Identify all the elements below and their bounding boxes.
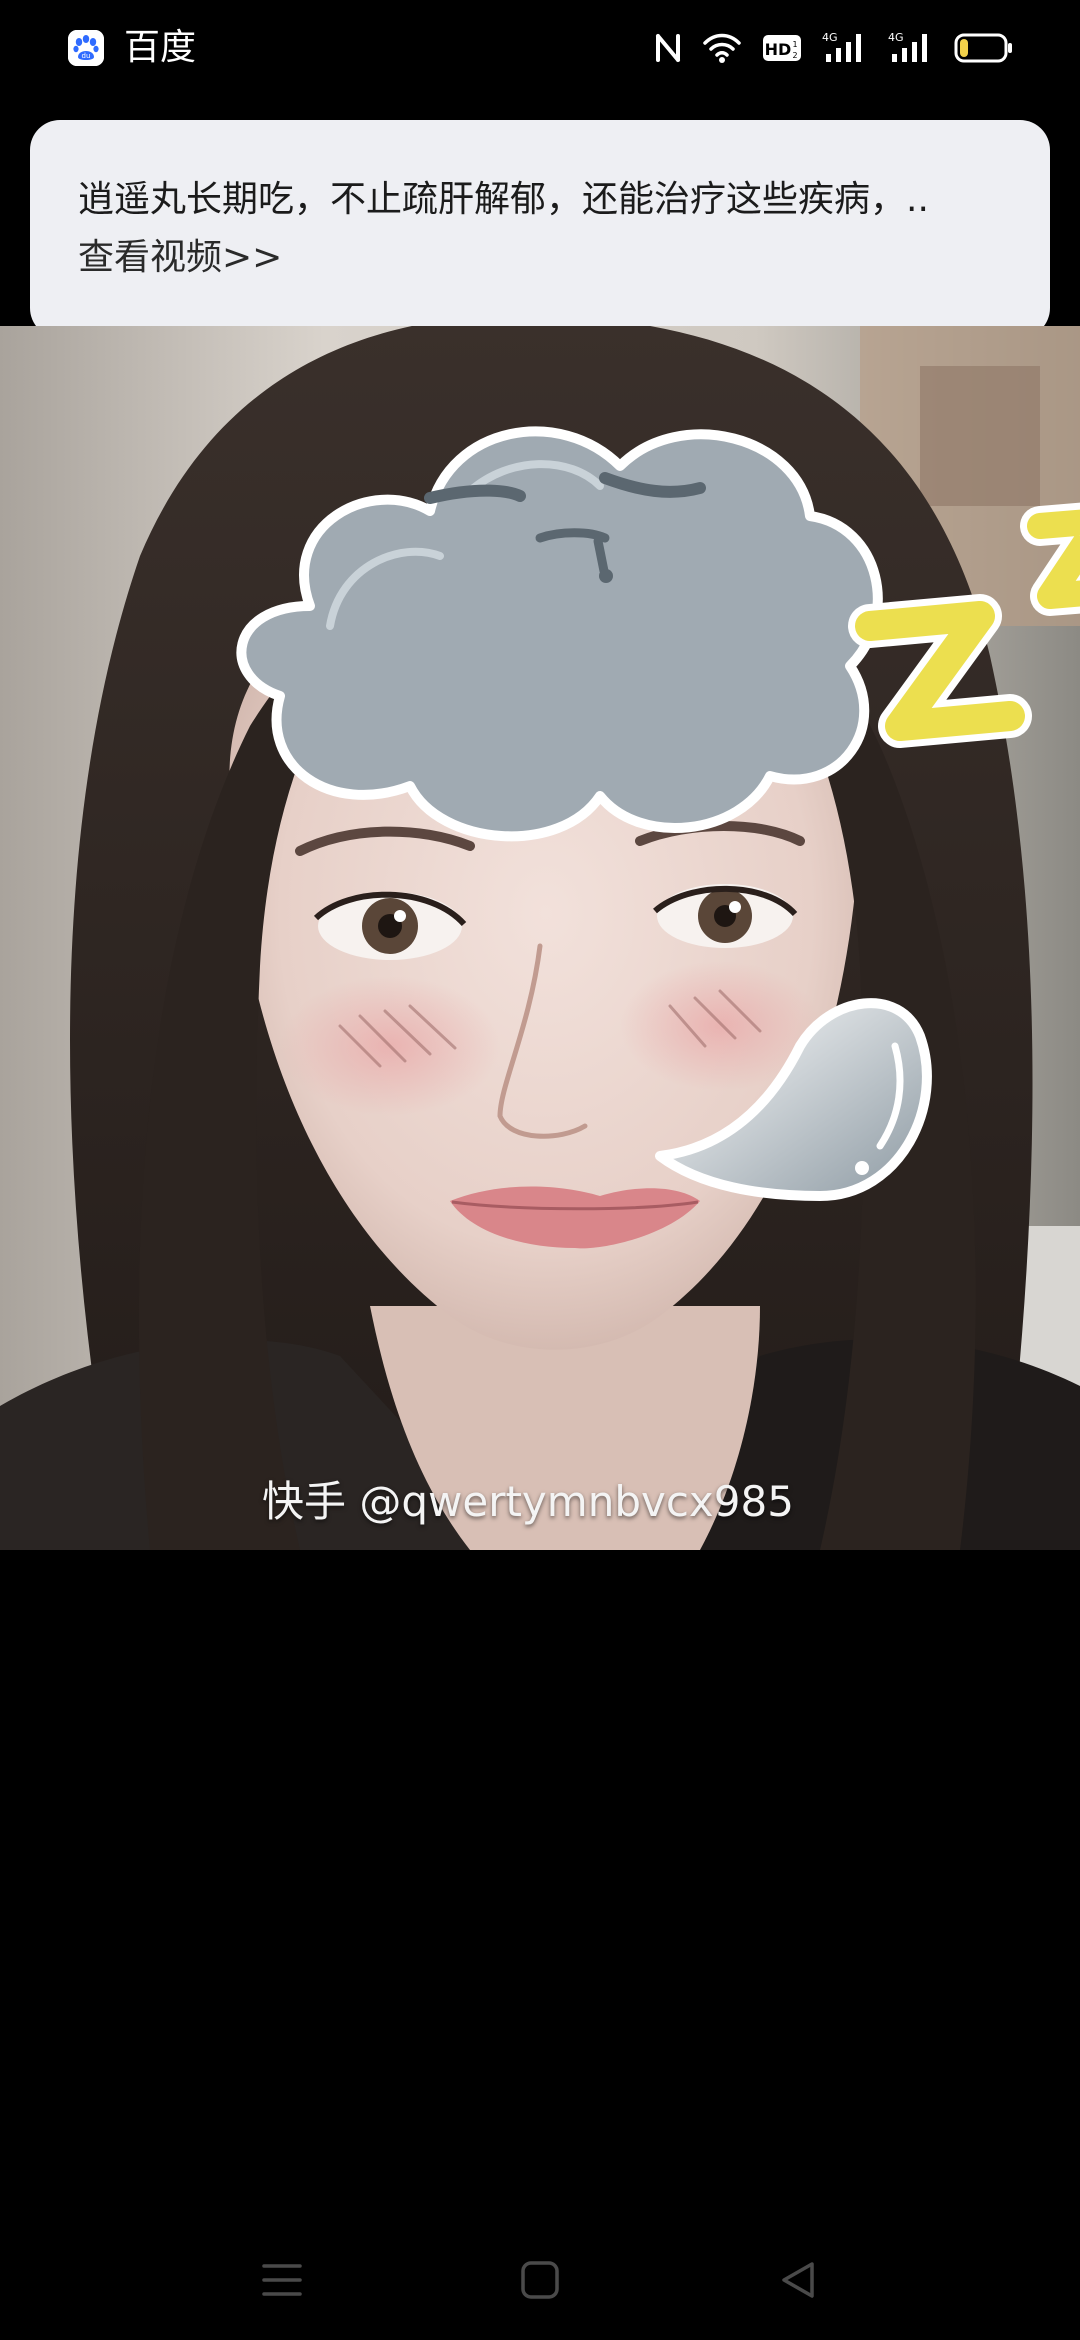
battery-icon — [954, 32, 1014, 64]
notification-banner[interactable]: 逍遥丸长期吃，不止疏肝解郁，还能治疗这些疾病，.. 查看视频>> — [30, 120, 1050, 338]
svg-text:4G: 4G — [888, 31, 904, 44]
signal-4g-icon: 4G — [822, 30, 868, 66]
view-video-link[interactable]: 查看视频>> — [78, 234, 1002, 282]
video-scene — [0, 326, 1080, 1550]
hd-voice-icon: HD 1 2 — [762, 33, 802, 63]
wifi-icon — [702, 31, 742, 65]
kuaishou-watermark: 快手 @qwertymnbvcx985 — [262, 1477, 794, 1526]
svg-text:HD: HD — [765, 40, 792, 59]
app-name: 百度 — [124, 27, 197, 68]
status-bar: du 百度 HD 1 2 4G 4G — [0, 0, 1080, 96]
back-icon[interactable] — [768, 2250, 828, 2310]
signal-4g-icon: 4G — [888, 30, 934, 66]
notification-title: 逍遥丸长期吃，不止疏肝解郁，还能治疗这些疾病，.. — [78, 179, 929, 220]
status-icons: HD 1 2 4G 4G — [654, 26, 1014, 70]
svg-text:2: 2 — [792, 51, 797, 60]
nfc-icon — [654, 30, 682, 66]
home-icon[interactable] — [510, 2250, 570, 2310]
navigation-bar — [0, 2220, 1080, 2340]
baidu-paw-icon: du — [68, 30, 104, 66]
menu-icon[interactable] — [252, 2250, 312, 2310]
svg-text:du: du — [82, 52, 91, 60]
svg-text:1: 1 — [792, 40, 797, 49]
video-frame[interactable]: 快手 @qwertymnbvcx985 — [0, 326, 1080, 1550]
svg-text:4G: 4G — [822, 31, 838, 44]
